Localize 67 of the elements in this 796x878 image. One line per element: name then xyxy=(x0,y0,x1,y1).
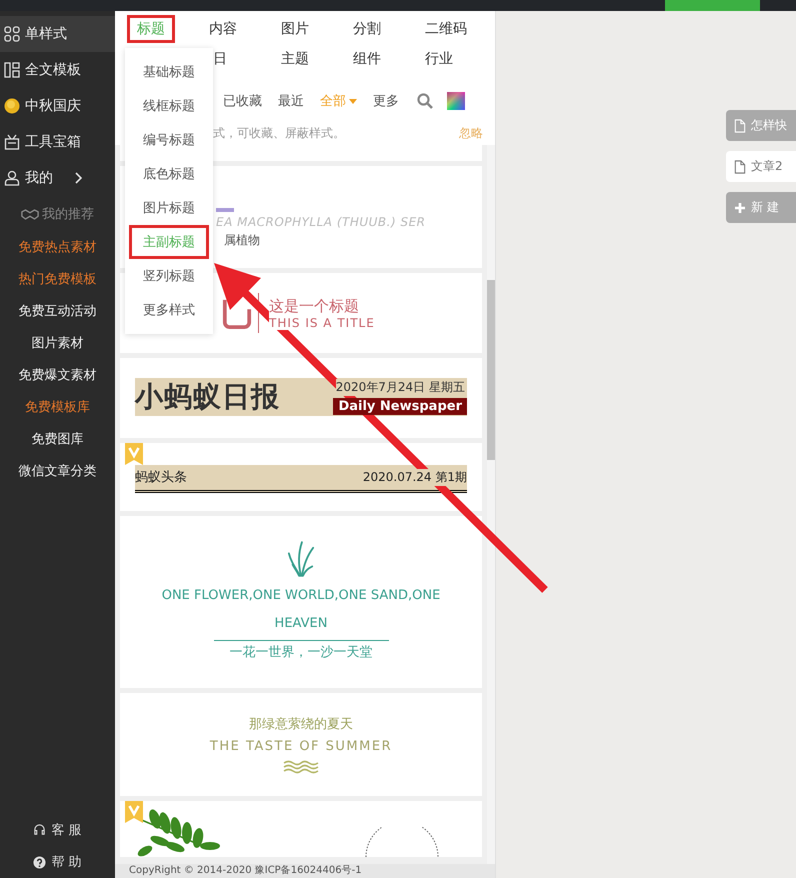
sidebar-item[interactable]: 工具宝箱 xyxy=(0,124,115,160)
grid-icon xyxy=(4,26,20,42)
search-icon[interactable] xyxy=(417,93,433,109)
columns-icon xyxy=(4,62,20,78)
sidebar-link[interactable]: 免费模板库 xyxy=(0,392,115,424)
category-tab[interactable]: 行业 xyxy=(415,45,463,73)
sidebar-link[interactable]: 免费热点素材 xyxy=(0,232,115,264)
category-tab[interactable]: 组件 xyxy=(343,45,391,73)
notice-text: 式，可收藏、屏蔽样式。 xyxy=(213,125,345,142)
issue-text: 2020.07.24 第1期 xyxy=(362,468,467,486)
template-card[interactable]: 小蚂蚁日报 2020年7月24日 星期五 Daily Newspaper xyxy=(120,358,482,438)
sidebar-item[interactable]: 我的 xyxy=(0,160,115,196)
date-text: 2020年7月24日 星期五 xyxy=(336,379,467,396)
sidebar-footer-button[interactable]: 客 服 xyxy=(0,814,115,846)
color-picker-icon[interactable] xyxy=(447,92,465,110)
quote-english: ONE FLOWER,ONE WORLD,ONE SAND,ONE HEAVEN xyxy=(160,587,442,633)
vip-badge-icon xyxy=(125,801,143,823)
vip-badge-icon xyxy=(125,443,143,465)
menu-item[interactable]: 线框标题 xyxy=(129,89,209,123)
coin-icon xyxy=(4,98,20,114)
help-icon xyxy=(33,856,46,868)
filter-tab[interactable]: 更多 xyxy=(365,92,407,110)
sidebar-link[interactable]: 热门免费模板 xyxy=(0,264,115,296)
subtitle-text: THIS IS A TITLE xyxy=(269,316,375,330)
template-card[interactable] xyxy=(120,801,482,857)
scrollbar-thumb[interactable] xyxy=(487,280,495,460)
template-card[interactable]: 蚂蚁头条 2020.07.24 第1期 xyxy=(120,443,482,511)
sidebar-item[interactable]: 中秋国庆 xyxy=(0,88,115,124)
latin-name: EA MACROPHYLLA (THUUB.) SER xyxy=(216,215,426,229)
copyright-text: CopyRight © 2014-2020 豫ICP备16024406号-1 xyxy=(115,864,495,878)
plant-name: 属植物 xyxy=(223,232,261,249)
accent-bar xyxy=(216,208,234,212)
chevron-right-icon xyxy=(74,172,82,184)
sidebar-link[interactable]: 免费图库 xyxy=(0,424,115,456)
headline-name: 蚂蚁头条 xyxy=(135,469,187,486)
filter-tab[interactable]: 已收藏 xyxy=(215,92,270,110)
category-tab[interactable]: 分割 xyxy=(343,15,391,43)
sidebar-link[interactable]: 微信文章分类 xyxy=(0,456,115,488)
menu-item[interactable]: 编号标题 xyxy=(129,123,209,157)
category-tab[interactable]: 内容 xyxy=(199,15,247,43)
category-tab[interactable]: 图片 xyxy=(271,15,319,43)
document-tab[interactable]: 文章2 xyxy=(726,151,796,182)
grass-icon xyxy=(287,540,315,578)
document-icon xyxy=(734,118,746,132)
category-tab[interactable]: 二维码 xyxy=(415,15,477,43)
summer-title: 那绿意萦绕的夏天 xyxy=(249,716,353,733)
plus-icon xyxy=(734,200,746,214)
english-label: Daily Newspaper xyxy=(333,398,467,415)
sidebar-item[interactable]: 全文模板 xyxy=(0,52,115,88)
quote-chinese: 一花一世界，一沙一天堂 xyxy=(230,644,372,661)
newspaper-name: 小蚂蚁日报 xyxy=(135,379,280,415)
caret-icon xyxy=(349,98,357,104)
sidebar-item[interactable]: 单样式 xyxy=(0,16,115,52)
menu-item[interactable]: 图片标题 xyxy=(129,191,209,225)
summer-subtitle: THE TASTE OF SUMMER xyxy=(210,739,392,754)
sidebar-link[interactable]: 图片素材 xyxy=(0,328,115,360)
headset-icon xyxy=(33,824,46,836)
sidebar-link[interactable]: 免费互动活动 xyxy=(0,296,115,328)
sidebar-footer-button[interactable]: 帮 助 xyxy=(0,846,115,878)
filter-tab[interactable]: 最近 xyxy=(270,92,312,110)
recommend-heading: 我的推荐 xyxy=(42,206,94,223)
user-icon xyxy=(4,170,20,186)
document-icon xyxy=(734,160,746,174)
sidebar-link[interactable]: 免费爆文素材 xyxy=(0,360,115,392)
menu-item[interactable]: 更多样式 xyxy=(129,293,209,327)
wave-icon xyxy=(283,760,319,774)
category-tab[interactable]: 主题 xyxy=(271,45,319,73)
